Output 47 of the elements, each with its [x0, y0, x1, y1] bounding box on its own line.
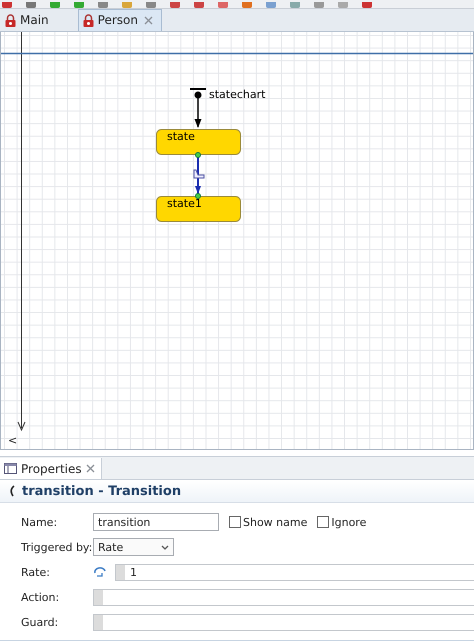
- lock-icon: [5, 14, 16, 27]
- name-field[interactable]: transition: [93, 513, 219, 531]
- toolbar-icon[interactable]: [50, 2, 60, 8]
- editor-tab[interactable]: Main: [0, 8, 78, 31]
- transition-icon: [8, 485, 16, 498]
- field-label: Triggered by:: [21, 540, 93, 554]
- toolbar-icon[interactable]: [26, 2, 36, 8]
- code-field[interactable]: [93, 614, 474, 630]
- code-field[interactable]: 1: [115, 564, 474, 580]
- code-field[interactable]: [93, 588, 474, 606]
- toolbar-icon[interactable]: [194, 2, 204, 8]
- scroll-left-arrow[interactable]: <: [8, 434, 18, 448]
- close-icon[interactable]: [86, 464, 95, 474]
- toolbar-icon[interactable]: [362, 2, 372, 8]
- field-label: Action:: [21, 590, 60, 604]
- toolbar-icon[interactable]: [2, 2, 12, 8]
- field-label: Name:: [21, 516, 58, 528]
- state-node[interactable]: state1: [156, 196, 241, 222]
- properties-tab[interactable]: Properties: [0, 458, 102, 480]
- toolbar-icon[interactable]: [314, 2, 324, 8]
- rate-trigger-icon: [194, 169, 204, 178]
- close-icon[interactable]: [144, 16, 153, 25]
- field-label: Rate:: [21, 566, 51, 578]
- toolbar-icon[interactable]: [242, 2, 252, 8]
- state-node[interactable]: state: [156, 128, 241, 155]
- checkbox[interactable]: Ignore: [317, 516, 366, 528]
- statechart-label: statechart: [209, 88, 266, 101]
- trigger-dropdown[interactable]: Rate: [93, 538, 174, 556]
- toolbar-icon[interactable]: [74, 2, 84, 8]
- editor-tab[interactable]: Person: [78, 8, 162, 31]
- refresh-arrow-icon[interactable]: [93, 566, 107, 578]
- transition-arrow[interactable]: [195, 152, 201, 199]
- toolbar-icon[interactable]: [98, 2, 108, 8]
- panel-icon: [4, 463, 17, 474]
- chevron-down-icon: [161, 544, 169, 550]
- toolbar-icon[interactable]: [170, 2, 180, 8]
- panel-title: transition - Transition: [22, 484, 182, 499]
- lock-icon: [82, 14, 94, 27]
- toolbar-icon[interactable]: [266, 2, 276, 8]
- field-label: Guard:: [21, 616, 60, 628]
- toolbar-icon[interactable]: [146, 2, 156, 8]
- toolbar-icon[interactable]: [290, 2, 300, 8]
- checkbox[interactable]: Show name: [229, 516, 308, 528]
- initial-state-pointer: [190, 88, 206, 128]
- toolbar-icon[interactable]: [338, 2, 348, 8]
- toolbar-icon[interactable]: [218, 2, 228, 8]
- toolbar-icon[interactable]: [122, 2, 132, 8]
